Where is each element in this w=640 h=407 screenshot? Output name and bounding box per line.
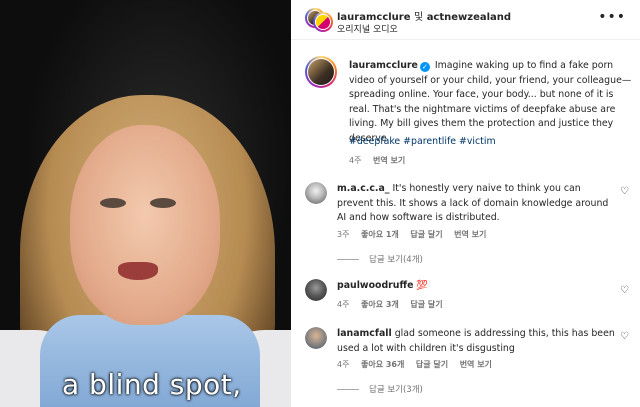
replies-divider xyxy=(337,389,359,390)
comment-avatar[interactable] xyxy=(305,327,327,349)
view-replies-button[interactable]: 답글 보기(4개) xyxy=(337,253,423,265)
header-title: lauramcclure 및 actnewzealand xyxy=(337,8,511,23)
video-eye-left xyxy=(100,198,126,208)
caption-meta: 4주 번역 보기 xyxy=(349,155,414,166)
verified-badge-icon: ✓ xyxy=(419,62,430,72)
comment-username-link[interactable]: m.a.c.c.a_ xyxy=(337,183,389,194)
comment-reply-button[interactable]: 답글 달기 xyxy=(410,230,442,239)
comment-likes[interactable]: 좋아요 1개 xyxy=(361,230,399,239)
comment-username-link[interactable]: paulwoodruffe xyxy=(337,280,413,291)
comment-meta: 4주 좋아요 3개 답글 달기 xyxy=(337,299,452,310)
caption-avatar[interactable] xyxy=(305,56,337,88)
comment-reply-button[interactable]: 답글 달기 xyxy=(410,300,442,309)
reel-video[interactable]: a blind spot, xyxy=(0,0,291,407)
header-connector: 및 xyxy=(414,12,424,23)
like-heart-icon[interactable]: ♡ xyxy=(620,285,629,296)
video-person-face xyxy=(70,125,220,325)
comment-username-link[interactable]: lanamcfall xyxy=(337,328,392,339)
like-heart-icon[interactable]: ♡ xyxy=(620,186,629,197)
replies-divider xyxy=(337,259,359,260)
comment-body: 💯 xyxy=(416,280,429,291)
view-replies-button[interactable]: 답글 보기(3개) xyxy=(337,383,423,395)
comment-translate-button[interactable]: 번역 보기 xyxy=(454,230,486,239)
comment-time[interactable]: 4주 xyxy=(337,300,349,309)
comment-reply-button[interactable]: 답글 달기 xyxy=(416,360,448,369)
post-panel: lauramcclure 및 actnewzealand 오리지널 오디오 ••… xyxy=(291,0,640,407)
comment-text: paulwoodruffe 💯 xyxy=(337,279,615,294)
collaborator-avatar[interactable] xyxy=(313,12,333,32)
original-audio-link[interactable]: 오리지널 오디오 xyxy=(337,22,398,35)
comment-likes[interactable]: 좋아요 3개 xyxy=(361,300,399,309)
comment-text: lanamcfall glad someone is addressing th… xyxy=(337,327,615,356)
hashtag-links[interactable]: #deepfake #parentlife #victim xyxy=(349,136,496,147)
comment-meta: 3주 좋아요 1개 답글 달기 번역 보기 xyxy=(337,229,495,240)
caption-translate-button[interactable]: 번역 보기 xyxy=(373,156,405,165)
comment-text: m.a.c.c.a_ It's honestly very naive to t… xyxy=(337,182,615,226)
comment-time[interactable]: 3주 xyxy=(337,230,349,239)
caption-text: lauramcclure ✓ Imagine waking up to find … xyxy=(349,59,634,147)
comment-likes[interactable]: 좋아요 36개 xyxy=(361,360,404,369)
comment-avatar[interactable] xyxy=(305,182,327,204)
collaborator-username-link[interactable]: actnewzealand xyxy=(427,12,511,23)
like-heart-icon[interactable]: ♡ xyxy=(620,331,629,342)
caption-time[interactable]: 4주 xyxy=(349,156,361,165)
video-subtitle: a blind spot, xyxy=(62,368,242,401)
more-horizontal-icon[interactable]: ••• xyxy=(598,9,626,25)
caption-body: Imagine waking up to find a fake porn vi… xyxy=(349,60,632,144)
caption-username-link[interactable]: lauramcclure xyxy=(349,60,418,71)
comment-meta: 4주 좋아요 36개 답글 달기 번역 보기 xyxy=(337,359,501,370)
post-header: lauramcclure 및 actnewzealand 오리지널 오디오 ••… xyxy=(291,0,640,40)
video-mouth xyxy=(118,262,158,280)
collab-avatars[interactable] xyxy=(305,8,333,34)
video-eye-right xyxy=(150,198,176,208)
comment-time[interactable]: 4주 xyxy=(337,360,349,369)
comment-translate-button[interactable]: 번역 보기 xyxy=(460,360,492,369)
comment-avatar[interactable] xyxy=(305,279,327,301)
